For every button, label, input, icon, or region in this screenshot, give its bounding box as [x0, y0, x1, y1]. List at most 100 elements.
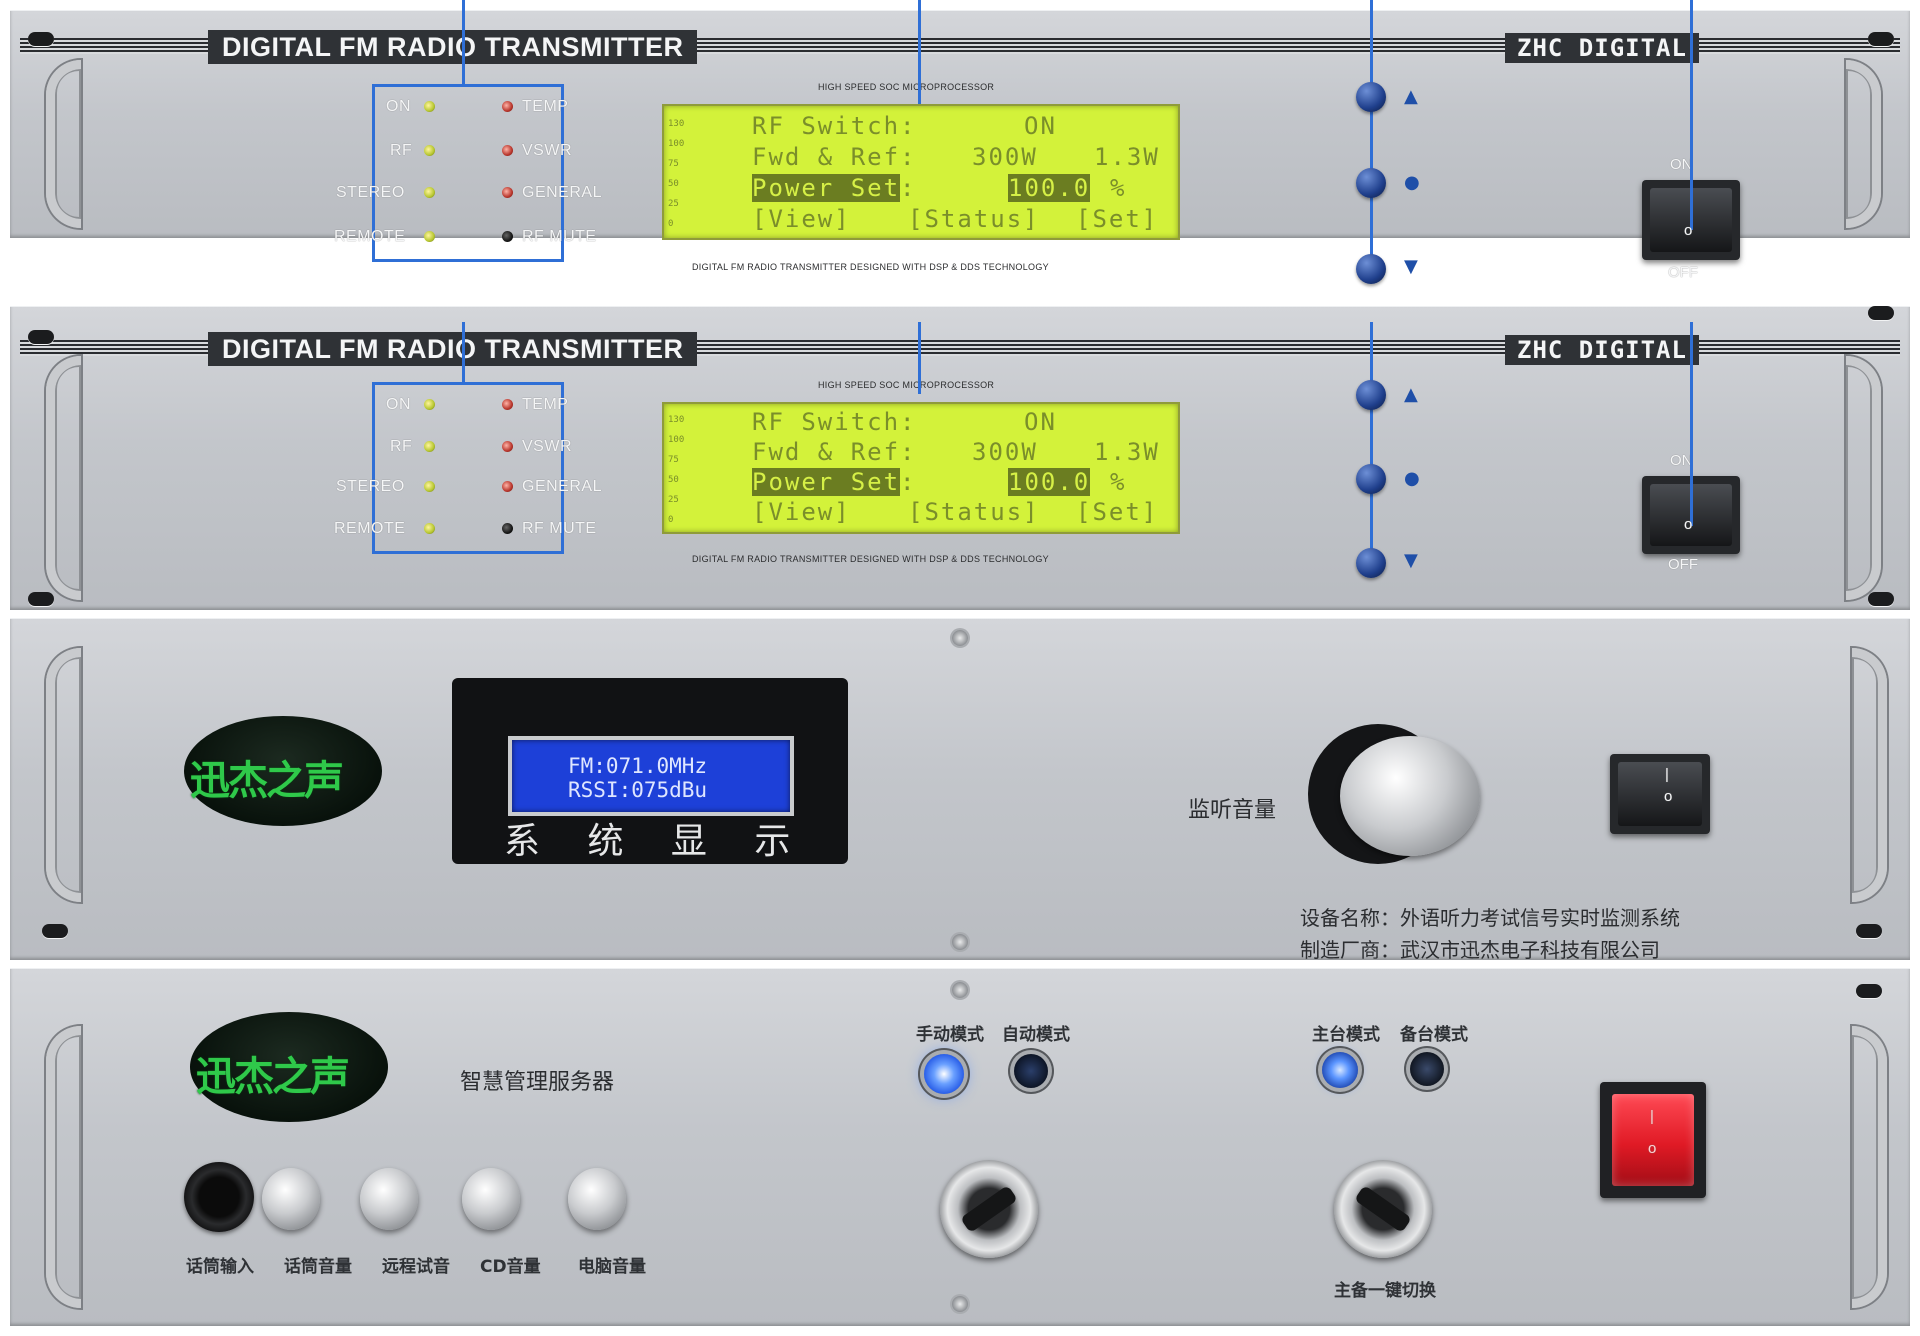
indicator-led-general: [502, 481, 513, 492]
volume-knob[interactable]: [1340, 736, 1480, 856]
annotation-line: [462, 322, 465, 384]
dot-icon: ●: [1404, 468, 1420, 489]
rack-handle-left[interactable]: [46, 1026, 81, 1308]
lcd-scale: 130 100 75 50 25 0: [668, 415, 685, 525]
indicator-led-remote: [424, 231, 435, 242]
indicator-label-rf: RF: [390, 142, 413, 159]
indicator-led-temp: [502, 101, 513, 112]
lcd-row3-unit: %: [1110, 468, 1127, 496]
up-arrow-icon: ▲: [1404, 86, 1418, 107]
up-button[interactable]: [1356, 380, 1386, 410]
mic-input-jack[interactable]: [184, 1162, 254, 1232]
indicator-label-on: ON: [386, 98, 411, 115]
rack-handle-left[interactable]: [46, 60, 81, 228]
lcd-menu-set: [Set]: [1076, 205, 1159, 233]
rack-handle-right[interactable]: [1852, 648, 1887, 902]
indicator-led-rf: [424, 441, 435, 452]
lcd-row1-value: ON: [1024, 408, 1057, 436]
cd-volume-knob[interactable]: [462, 1168, 520, 1230]
annotation-line: [1370, 0, 1373, 270]
screw: [952, 630, 968, 646]
mode-main-indicator[interactable]: [1322, 1052, 1358, 1088]
lcd-menu-set: [Set]: [1076, 498, 1159, 526]
switch-off-label: OFF: [1668, 264, 1698, 281]
brand-logo: ZHC DIGITAL: [1505, 335, 1699, 365]
power-switch[interactable]: [1610, 754, 1710, 834]
indicator-label-vswr: VSWR: [522, 438, 572, 455]
switch-symbol-on: |: [1650, 1108, 1654, 1125]
indicator-led-remote: [424, 523, 435, 534]
footer-text: DIGITAL FM RADIO TRANSMITTER DESIGNED WI…: [692, 262, 1049, 272]
mic-volume-knob[interactable]: [262, 1168, 320, 1230]
display-line2: RSSI:075dBu: [568, 778, 708, 802]
rack-handle-left[interactable]: [46, 648, 81, 902]
lcd-row3-label: Power Set: [752, 468, 901, 496]
knob-label-cd-volume: CD音量: [480, 1257, 541, 1277]
mode-backup-label: 备台模式: [1400, 1025, 1468, 1045]
switch-label: 主备一键切换: [1334, 1281, 1436, 1301]
indicator-led-rfmute: [502, 523, 513, 534]
lcd-menu-view: [View]: [752, 205, 851, 233]
pc-volume-knob[interactable]: [568, 1168, 626, 1230]
rack-handle-right[interactable]: [1852, 1026, 1887, 1308]
rack-handle-right[interactable]: [1846, 356, 1881, 600]
lcd-row2-fwd: 300W: [972, 438, 1038, 466]
indicator-led-on: [424, 101, 435, 112]
switch-off-label: OFF: [1668, 556, 1698, 573]
down-button[interactable]: [1356, 254, 1386, 284]
mode-manual-indicator[interactable]: [924, 1054, 964, 1094]
annotation-line: [918, 0, 921, 108]
down-arrow-icon: ▼: [1404, 256, 1418, 277]
dot-icon: ●: [1404, 172, 1420, 193]
lcd-row3-value: 100.0: [1008, 174, 1091, 202]
mode-backup-indicator[interactable]: [1410, 1052, 1444, 1086]
annotation-line: [1370, 322, 1373, 572]
manufacturer: 制造厂商：武汉市迅杰电子科技有限公司: [1300, 938, 1660, 962]
lcd-row1-label: RF Switch:: [752, 112, 917, 140]
rack-hole: [42, 924, 68, 938]
rack-handle-right[interactable]: [1846, 60, 1881, 228]
rack-hole: [1868, 592, 1894, 606]
knob-label-mic-input: 话筒输入: [186, 1257, 254, 1277]
indicator-label-temp: TEMP: [522, 396, 569, 413]
logo-text: 迅杰之声: [190, 758, 344, 804]
knob-label-mic-volume: 话筒音量: [284, 1257, 352, 1277]
rack-hole: [28, 32, 54, 46]
indicator-led-temp: [502, 399, 513, 410]
screw: [952, 982, 968, 998]
lcd-row1-value: ON: [1024, 112, 1057, 140]
enter-button[interactable]: [1356, 464, 1386, 494]
lcd-row2-ref: 1.3W: [1094, 143, 1160, 171]
enter-button[interactable]: [1356, 168, 1386, 198]
footer-text: DIGITAL FM RADIO TRANSMITTER DESIGNED WI…: [692, 554, 1049, 564]
rack-hole: [28, 330, 54, 344]
indicator-label-stereo: STEREO: [336, 184, 405, 201]
lcd-row1-label: RF Switch:: [752, 408, 917, 436]
power-switch[interactable]: | o: [1600, 1082, 1706, 1198]
indicator-led-rf: [424, 145, 435, 156]
lcd-row2-label: Fwd & Ref:: [752, 143, 917, 171]
rack-handle-left[interactable]: [46, 356, 81, 600]
mode-manual-label: 手动模式: [916, 1025, 984, 1045]
switch-symbol-off: o: [1664, 788, 1673, 805]
brand-logo: ZHC DIGITAL: [1505, 33, 1699, 63]
mode-main-label: 主台模式: [1312, 1025, 1380, 1045]
mode-auto-indicator[interactable]: [1014, 1054, 1048, 1088]
switch-symbol: o: [1684, 516, 1693, 533]
server-title: 智慧管理服务器: [460, 1070, 615, 1095]
up-button[interactable]: [1356, 82, 1386, 112]
indicator-led-vswr: [502, 441, 513, 452]
annotation-line: [918, 322, 921, 394]
down-arrow-icon: ▼: [1404, 550, 1418, 571]
down-button[interactable]: [1356, 548, 1386, 578]
remote-test-knob[interactable]: [360, 1168, 418, 1230]
screw: [952, 934, 968, 950]
screw: [952, 1296, 968, 1312]
indicator-label-remote: REMOTE: [334, 520, 406, 537]
display-caption: 系 统 显 示: [504, 821, 809, 862]
indicator-led-vswr: [502, 145, 513, 156]
knob-label-remote-test: 远程试音: [382, 1257, 450, 1277]
indicator-label-stereo: STEREO: [336, 478, 405, 495]
lcd-row3-label: Power Set: [752, 174, 901, 202]
lcd-row2-ref: 1.3W: [1094, 438, 1160, 466]
